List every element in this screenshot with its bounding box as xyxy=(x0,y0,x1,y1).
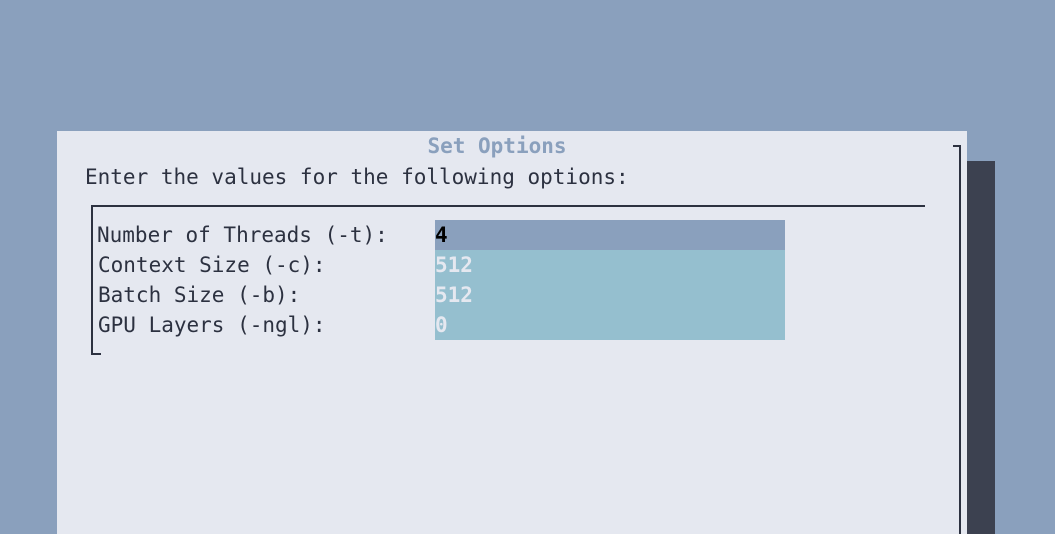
options-form: Number of Threads (-t): Context Size (-c… xyxy=(91,205,925,355)
field-row-batch-size: Batch Size (-b): xyxy=(98,280,798,310)
field-row-context-size: Context Size (-c): xyxy=(98,250,798,280)
context-size-input[interactable] xyxy=(435,250,785,280)
dialog-prompt: Enter the values for the following optio… xyxy=(85,165,629,189)
gpu-layers-label: GPU Layers (-ngl): xyxy=(98,313,326,337)
form-box-left-border xyxy=(91,205,101,355)
set-options-dialog: Set Options Enter the values for the fol… xyxy=(57,131,967,534)
threads-label: Number of Threads (-t): xyxy=(97,223,388,247)
field-row-gpu-layers: GPU Layers (-ngl): xyxy=(98,310,798,340)
dialog-right-border xyxy=(953,145,961,534)
dialog-title: Set Options xyxy=(427,134,567,158)
context-size-label: Context Size (-c): xyxy=(98,253,326,277)
field-row-threads: Number of Threads (-t): xyxy=(97,220,798,250)
dialog-shadow xyxy=(967,161,995,534)
terminal-screen: Set Options Enter the values for the fol… xyxy=(0,0,1055,534)
batch-size-input[interactable] xyxy=(435,280,785,310)
threads-input[interactable] xyxy=(435,220,785,250)
batch-size-label: Batch Size (-b): xyxy=(98,283,301,307)
form-box-top-border xyxy=(91,205,925,207)
gpu-layers-input[interactable] xyxy=(435,310,785,340)
